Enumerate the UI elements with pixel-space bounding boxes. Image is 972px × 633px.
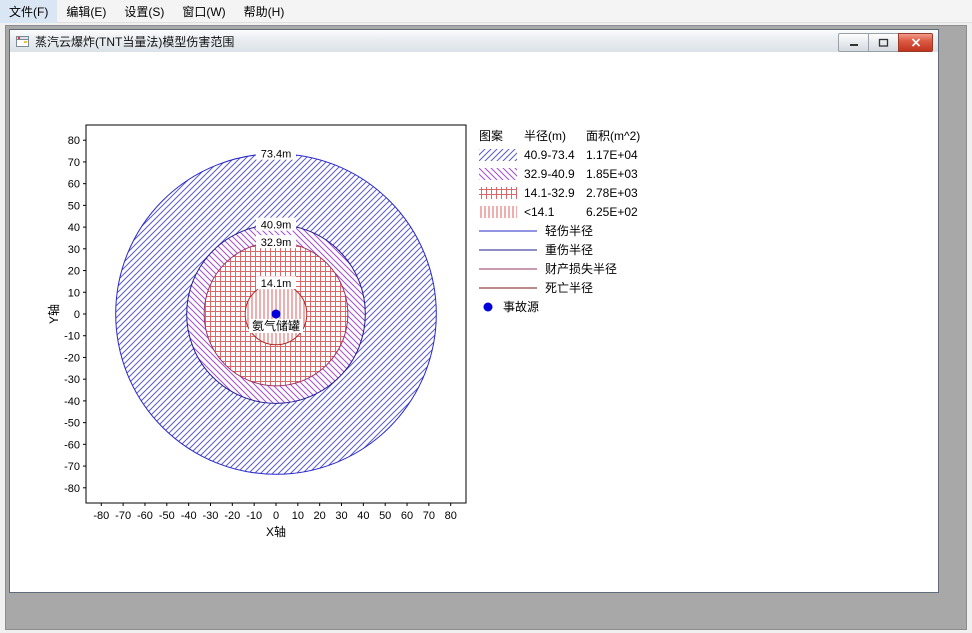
- svg-text:40: 40: [357, 510, 369, 522]
- damage-range-chart: 73.4m 40.9m 32.9m 14.1m -80 -70 -60 -50 -40 -30 -2…: [46, 124, 467, 539]
- mdi-client-area: 蒸汽云爆炸(TNT当量法)模型伤害范围 73.4m 40.9m 32.9m 14.1m…: [5, 25, 967, 630]
- svg-text:30: 30: [68, 244, 80, 256]
- death-line-icon: [479, 287, 537, 288]
- svg-text:-80: -80: [64, 483, 80, 495]
- legend-radius-value: <14.1: [524, 204, 555, 219]
- svg-text:73.4m: 73.4m: [261, 149, 292, 161]
- svg-text:14.1m: 14.1m: [261, 278, 292, 290]
- legend-area-value: 6.25E+02: [586, 204, 638, 219]
- legend-area-row: 14.1-32.9 2.78E+03: [472, 183, 690, 202]
- legend-line-label: 重伤半径: [545, 243, 594, 257]
- application-window: 文件(F) 编辑(E) 设置(S) 窗口(W) 帮助(H) 蒸汽云爆炸(TNT当…: [0, 0, 972, 633]
- legend-radius-value: 40.9-73.4: [524, 147, 575, 162]
- svg-text:0: 0: [74, 309, 80, 321]
- svg-text:80: 80: [445, 510, 457, 522]
- legend-header-pattern: 图案: [479, 129, 504, 143]
- svg-text:70: 70: [423, 510, 435, 522]
- close-button[interactable]: [898, 33, 933, 52]
- svg-text:40.9m: 40.9m: [261, 220, 292, 232]
- hatch-backdiagonal-icon: [479, 167, 517, 180]
- svg-text:-40: -40: [64, 396, 80, 408]
- legend-area-row: 32.9-40.9 1.85E+03: [472, 164, 690, 183]
- svg-text:-10: -10: [246, 510, 262, 522]
- svg-text:32.9m: 32.9m: [261, 237, 292, 249]
- menu-bar: 文件(F) 编辑(E) 设置(S) 窗口(W) 帮助(H): [0, 0, 972, 23]
- svg-text:10: 10: [292, 510, 304, 522]
- svg-text:20: 20: [68, 266, 80, 278]
- svg-text:-50: -50: [159, 510, 175, 522]
- menu-help[interactable]: 帮助(H): [235, 0, 294, 23]
- hatch-diagonal-icon: [479, 148, 517, 161]
- close-icon: [911, 38, 920, 47]
- svg-text:-70: -70: [64, 461, 80, 473]
- legend-area-row: <14.1 6.25E+02: [472, 202, 690, 221]
- svg-text:-60: -60: [64, 439, 80, 451]
- svg-text:-30: -30: [64, 374, 80, 386]
- svg-text:-20: -20: [224, 510, 240, 522]
- legend-area-value: 1.17E+04: [586, 147, 638, 162]
- svg-text:80: 80: [68, 135, 80, 147]
- legend-line-row: 财产损失半径: [472, 259, 690, 278]
- legend-marker-row: 事故源: [472, 297, 690, 316]
- hatch-cross-icon: [479, 186, 517, 199]
- legend-line-row: 重伤半径: [472, 240, 690, 259]
- legend-line-label: 财产损失半径: [545, 262, 618, 276]
- minimize-icon: [849, 44, 858, 46]
- svg-text:50: 50: [68, 200, 80, 212]
- svg-text:Y轴: Y轴: [46, 304, 61, 324]
- svg-text:-10: -10: [64, 331, 80, 343]
- legend-area-value: 1.85E+03: [586, 166, 638, 181]
- serious-injury-line-icon: [479, 249, 537, 250]
- minimize-button[interactable]: [838, 33, 868, 52]
- svg-text:X轴: X轴: [266, 524, 286, 539]
- legend-area-row: 40.9-73.4 1.17E+04: [472, 145, 690, 164]
- svg-text:-80: -80: [93, 510, 109, 522]
- svg-text:0: 0: [273, 510, 279, 522]
- legend-line-label: 轻伤半径: [545, 224, 594, 238]
- svg-text:40: 40: [68, 222, 80, 234]
- menu-file[interactable]: 文件(F): [0, 0, 58, 23]
- legend-line-row: 死亡半径: [472, 278, 690, 297]
- svg-text:氨气储罐: 氨气储罐: [252, 318, 300, 333]
- svg-text:-70: -70: [115, 510, 131, 522]
- menu-window[interactable]: 窗口(W): [173, 0, 234, 23]
- menu-edit[interactable]: 编辑(E): [57, 0, 115, 23]
- legend-radius-value: 14.1-32.9: [524, 185, 575, 200]
- svg-text:-20: -20: [64, 352, 80, 364]
- light-injury-line-icon: [479, 230, 537, 231]
- legend-area-value: 2.78E+03: [586, 185, 638, 200]
- legend-header: 图案 半径(m) 面积(m^2): [472, 126, 690, 145]
- hatch-vertical-icon: [479, 205, 517, 218]
- legend-line-row: 轻伤半径: [472, 221, 690, 240]
- child-window: 蒸汽云爆炸(TNT当量法)模型伤害范围 73.4m 40.9m 32.9m 14.1m…: [9, 29, 939, 593]
- svg-text:-60: -60: [137, 510, 153, 522]
- svg-text:30: 30: [335, 510, 347, 522]
- legend-header-area: 面积(m^2): [586, 129, 641, 143]
- svg-text:20: 20: [314, 510, 326, 522]
- svg-text:50: 50: [379, 510, 391, 522]
- legend-header-radius: 半径(m): [524, 129, 566, 143]
- maximize-icon: [878, 38, 889, 47]
- window-controls: [838, 33, 933, 52]
- menu-settings[interactable]: 设置(S): [115, 0, 173, 23]
- svg-text:-50: -50: [64, 418, 80, 430]
- legend-line-label: 死亡半径: [545, 281, 594, 295]
- form-icon: [16, 35, 29, 47]
- window-client-area: 73.4m 40.9m 32.9m 14.1m -80 -70 -60 -50 -40 -30 -2…: [10, 52, 938, 592]
- svg-text:60: 60: [68, 179, 80, 191]
- legend-marker-label: 事故源: [503, 300, 540, 314]
- accident-source-dot-icon: [483, 302, 493, 311]
- svg-text:10: 10: [68, 287, 80, 299]
- legend: 图案 半径(m) 面积(m^2) 40.9-73.4 1.17E+04 32.9…: [472, 126, 690, 316]
- legend-radius-value: 32.9-40.9: [524, 166, 575, 181]
- property-loss-line-icon: [479, 268, 537, 269]
- title-bar[interactable]: 蒸汽云爆炸(TNT当量法)模型伤害范围: [10, 30, 938, 53]
- svg-text:-40: -40: [181, 510, 197, 522]
- maximize-button[interactable]: [868, 33, 898, 52]
- svg-text:70: 70: [68, 157, 80, 169]
- window-title: 蒸汽云爆炸(TNT当量法)模型伤害范围: [35, 34, 235, 49]
- svg-text:-30: -30: [203, 510, 219, 522]
- svg-text:60: 60: [401, 510, 413, 522]
